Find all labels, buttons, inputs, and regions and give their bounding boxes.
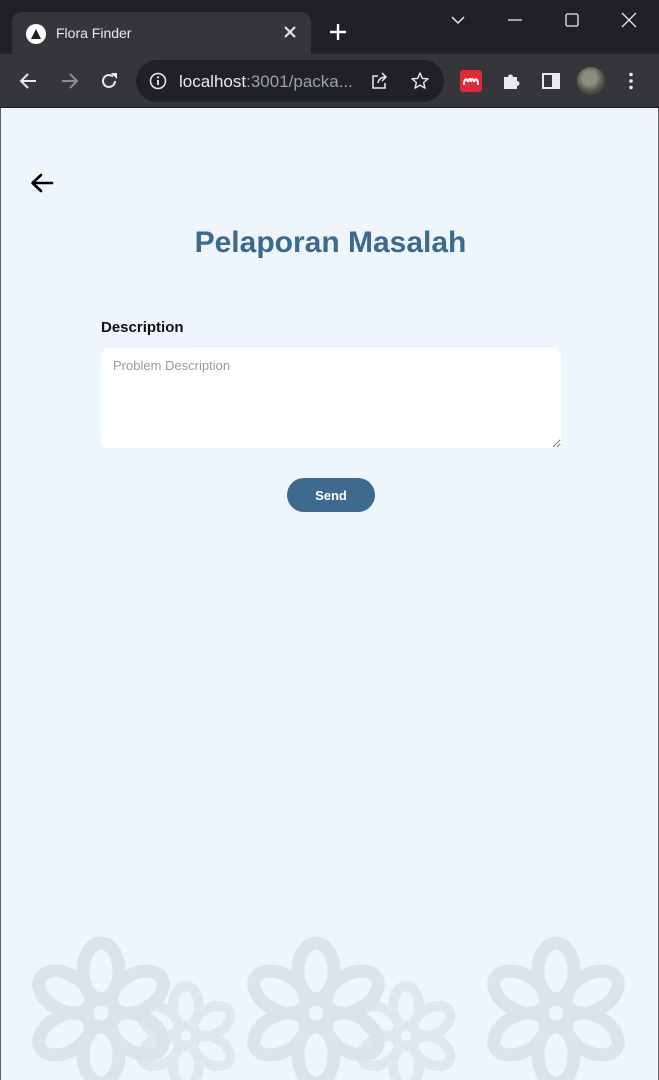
more-menu-icon[interactable] (620, 70, 642, 92)
extension-mendeley-icon[interactable] (460, 70, 482, 92)
address-bar[interactable]: localhost:3001/packa... (136, 60, 444, 102)
new-tab-icon[interactable] (328, 22, 348, 42)
window-close-icon[interactable] (619, 10, 639, 30)
forward-nav-icon[interactable] (58, 70, 80, 92)
back-nav-icon[interactable] (18, 70, 40, 92)
app-logo-icon (26, 24, 46, 44)
page-content: Pelaporan Masalah Description Send (0, 108, 659, 1080)
tab-search-icon[interactable] (448, 10, 468, 30)
send-button[interactable]: Send (287, 478, 375, 512)
side-panel-icon[interactable] (540, 70, 562, 92)
share-icon[interactable] (370, 71, 390, 91)
maximize-icon[interactable] (562, 10, 582, 30)
tab-title: Flora Finder (56, 25, 132, 41)
back-arrow-icon[interactable] (29, 172, 55, 194)
site-info-icon[interactable] (148, 71, 168, 91)
url-path: :3001/packa... (246, 72, 353, 91)
minimize-icon[interactable] (505, 10, 525, 30)
browser-toolbar: localhost:3001/packa... (0, 54, 659, 108)
close-tab-icon[interactable] (281, 23, 299, 41)
description-label: Description (101, 319, 184, 336)
address-url: localhost:3001/packa... (179, 72, 353, 92)
extensions-puzzle-icon[interactable] (500, 70, 522, 92)
browser-titlebar: Flora Finder (0, 0, 659, 54)
bookmark-star-icon[interactable] (410, 71, 430, 91)
description-textarea[interactable] (101, 348, 561, 448)
page-title: Pelaporan Masalah (194, 226, 467, 259)
browser-tab[interactable]: Flora Finder (12, 12, 311, 54)
profile-avatar[interactable] (577, 67, 605, 95)
url-host: localhost (179, 72, 247, 91)
reload-icon[interactable] (98, 70, 120, 92)
flower-pattern-decoration (1, 918, 659, 1080)
